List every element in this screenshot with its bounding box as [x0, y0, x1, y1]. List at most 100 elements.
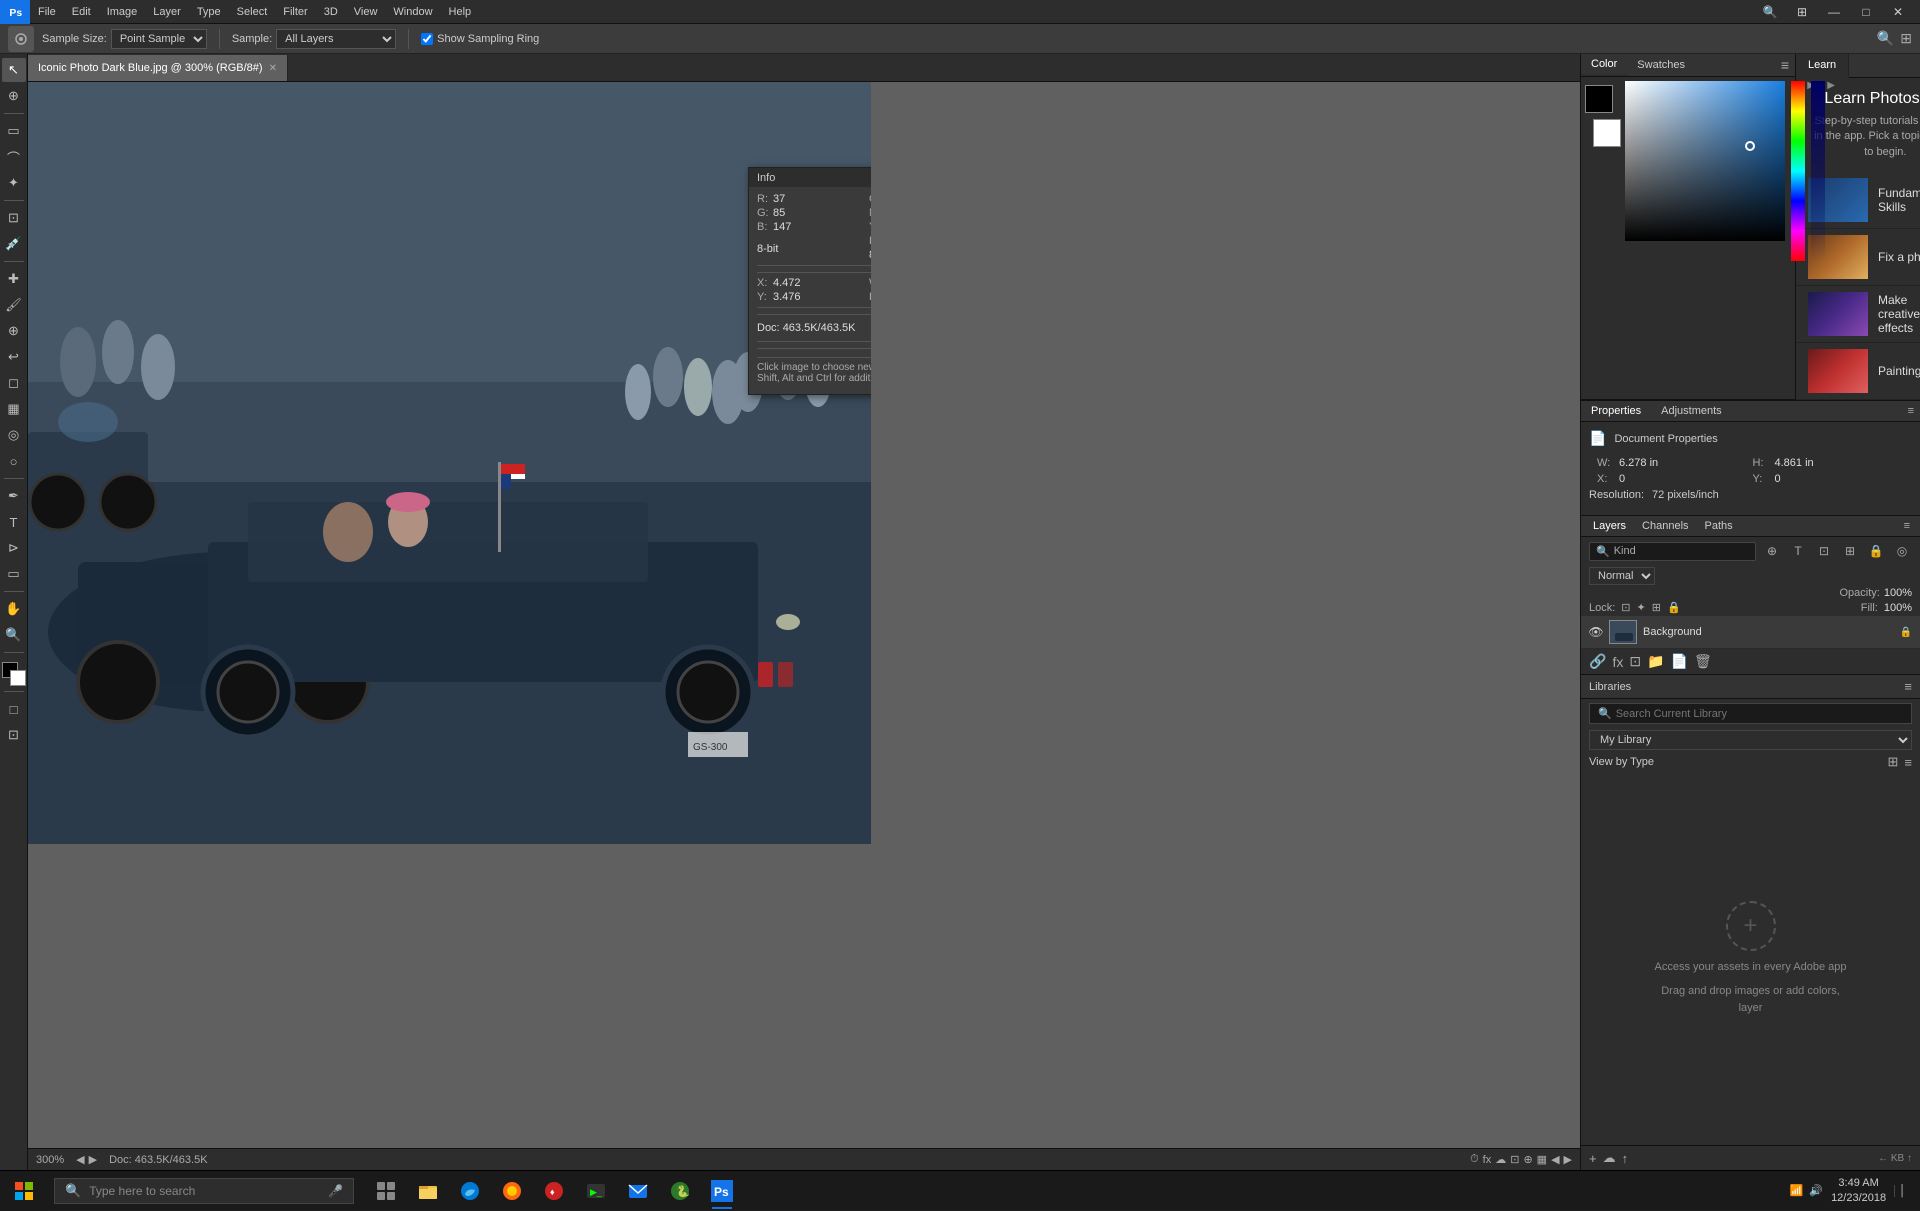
hue-strip[interactable]	[1791, 81, 1805, 261]
tool-colors[interactable]	[2, 662, 26, 686]
tool-marquee[interactable]: ▭	[2, 119, 26, 143]
timeline-icon[interactable]: ⏱	[1470, 1153, 1479, 1166]
taskbar-serpent[interactable]: 🐍	[660, 1171, 700, 1211]
taskbar-photoshop[interactable]: Ps	[702, 1171, 742, 1211]
background-color-swatch[interactable]	[1593, 119, 1621, 147]
minimize-button[interactable]: 🔍	[1756, 0, 1784, 24]
network-icon[interactable]: 📶	[1790, 1184, 1804, 1197]
minimize-win-button[interactable]: —	[1820, 0, 1848, 24]
layer-filter-visible[interactable]: ◎	[1892, 541, 1912, 561]
taskbar-edge[interactable]	[450, 1171, 490, 1211]
layer-smart-filter[interactable]: 🔒	[1866, 541, 1886, 561]
nav-left-icon[interactable]: ◀	[76, 1153, 84, 1166]
tool-history[interactable]: ↩	[2, 345, 26, 369]
tool-shape[interactable]: ▭	[2, 562, 26, 586]
tool-preset-picker[interactable]	[8, 26, 34, 52]
zoom-out-button[interactable]: 🔍	[1877, 30, 1894, 47]
layer-pixel-filter[interactable]: ⊡	[1814, 541, 1834, 561]
tool-text[interactable]: T	[2, 510, 26, 534]
layers-search[interactable]: 🔍 Kind	[1589, 542, 1756, 561]
tool-eyedropper[interactable]: 💉	[2, 232, 26, 256]
mask-icon[interactable]: ⊡	[1510, 1153, 1519, 1166]
tool-mask-mode[interactable]: □	[2, 697, 26, 721]
tab-swatches[interactable]: Swatches	[1627, 55, 1695, 75]
tool-magic-wand[interactable]: ✦	[2, 171, 26, 195]
layer-mask-icon[interactable]: ⊡	[1629, 653, 1641, 670]
tool-hand[interactable]: ✋	[2, 597, 26, 621]
learn-item-creative[interactable]: Make creative effects ›	[1796, 286, 1920, 343]
layer-visibility-toggle[interactable]: 👁	[1589, 625, 1603, 639]
tab-layers[interactable]: Layers	[1585, 516, 1634, 536]
tool-move[interactable]: ↖	[2, 58, 26, 82]
arrow-left-status[interactable]: ◀	[1551, 1153, 1559, 1166]
canvas-tab-close[interactable]: ✕	[269, 63, 277, 74]
layer-type-filter[interactable]: ⊕	[1762, 541, 1782, 561]
foreground-color-swatch[interactable]	[1585, 85, 1613, 113]
tool-crop[interactable]: ⊡	[2, 206, 26, 230]
menu-select[interactable]: Select	[229, 0, 276, 23]
tab-adjustments[interactable]: Adjustments	[1651, 401, 1732, 421]
fx-icon[interactable]: fx	[1483, 1154, 1492, 1166]
layer-artboard-filter[interactable]: T	[1788, 541, 1808, 561]
tool-path-select[interactable]: ⊳	[2, 536, 26, 560]
taskbar-red-app[interactable]: ♦	[534, 1171, 574, 1211]
lock-position-icon[interactable]: ✦	[1637, 601, 1646, 614]
tab-paths[interactable]: Paths	[1697, 516, 1741, 536]
blend-mode-select[interactable]: Normal	[1589, 567, 1655, 585]
canvas-tab-main[interactable]: Iconic Photo Dark Blue.jpg @ 300% (RGB/8…	[28, 55, 288, 81]
color-spectrum[interactable]	[1625, 81, 1785, 241]
menu-type[interactable]: Type	[189, 0, 229, 23]
tool-artboard[interactable]: ⊕	[2, 84, 26, 108]
menu-view[interactable]: View	[346, 0, 386, 23]
libraries-options-icon[interactable]: ≡	[1904, 679, 1912, 694]
layer-delete-icon[interactable]: 🗑	[1694, 653, 1712, 670]
lock-all-icon[interactable]: 🔒	[1667, 601, 1681, 614]
tool-clone[interactable]: ⊕	[2, 319, 26, 343]
tab-channels[interactable]: Channels	[1634, 516, 1696, 536]
libraries-search-input[interactable]	[1616, 708, 1903, 720]
tool-eraser[interactable]: ◻	[2, 371, 26, 395]
tool-gradient[interactable]: ▦	[2, 397, 26, 421]
taskbar-task-view[interactable]	[366, 1171, 406, 1211]
3d-icon[interactable]: ⊕	[1523, 1153, 1532, 1166]
layer-adjustment-filter[interactable]: ⊞	[1840, 541, 1860, 561]
libraries-library-select[interactable]: My Library	[1589, 730, 1912, 750]
view-grid-icon[interactable]: ⊞	[1888, 754, 1899, 770]
tool-brush[interactable]: 🖌	[2, 293, 26, 317]
arrow-right-status[interactable]: ▶	[1564, 1153, 1572, 1166]
menu-file[interactable]: File	[30, 0, 64, 23]
color-spectrum-area[interactable]	[1625, 81, 1785, 241]
background-color[interactable]	[10, 670, 26, 686]
taskbar-mic-icon[interactable]: 🎤	[328, 1184, 343, 1198]
properties-options[interactable]: ≡	[1902, 403, 1920, 419]
taskbar-mail[interactable]	[618, 1171, 658, 1211]
libraries-upload-icon[interactable]: ↑	[1622, 1151, 1629, 1166]
arrange-windows-button[interactable]: ⊞	[1900, 30, 1912, 47]
tool-healing[interactable]: ✚	[2, 267, 26, 291]
close-win-button[interactable]: ✕	[1884, 0, 1912, 24]
start-button[interactable]	[0, 1171, 48, 1211]
histogram-icon[interactable]: ▦	[1537, 1153, 1547, 1166]
libraries-search-box[interactable]: 🔍	[1589, 703, 1912, 724]
color-panel-options-icon[interactable]: ≡	[1775, 57, 1795, 73]
search-workspaces-button[interactable]: ⊞	[1788, 0, 1816, 24]
tool-zoom[interactable]: 🔍	[2, 623, 26, 647]
libraries-cloud-icon[interactable]: ☁	[1603, 1150, 1616, 1166]
tool-dodge[interactable]: ○	[2, 449, 26, 473]
layer-link-icon[interactable]: 🔗	[1589, 653, 1606, 670]
taskbar-firefox[interactable]	[492, 1171, 532, 1211]
volume-icon[interactable]: 🔊	[1809, 1184, 1823, 1197]
libraries-add-circle[interactable]: +	[1726, 901, 1776, 951]
menu-edit[interactable]: Edit	[64, 0, 99, 23]
lock-artboard-icon[interactable]: ⊞	[1652, 601, 1661, 614]
tool-blur[interactable]: ◎	[2, 423, 26, 447]
sample-select[interactable]: All Layers	[276, 29, 396, 49]
tool-lasso[interactable]: ⌒	[2, 145, 26, 169]
taskbar-file-explorer[interactable]	[408, 1171, 448, 1211]
canvas-viewport[interactable]: GS-300 Info ≫ ✕	[28, 82, 1580, 1148]
tab-learn[interactable]: Learn	[1796, 54, 1849, 78]
sampling-ring-checkbox[interactable]	[421, 33, 433, 45]
layer-background[interactable]: 👁 Background 🔒	[1581, 616, 1920, 649]
canvas-image[interactable]: GS-300 Info ≫ ✕	[28, 82, 871, 844]
menu-filter[interactable]: Filter	[275, 0, 315, 23]
